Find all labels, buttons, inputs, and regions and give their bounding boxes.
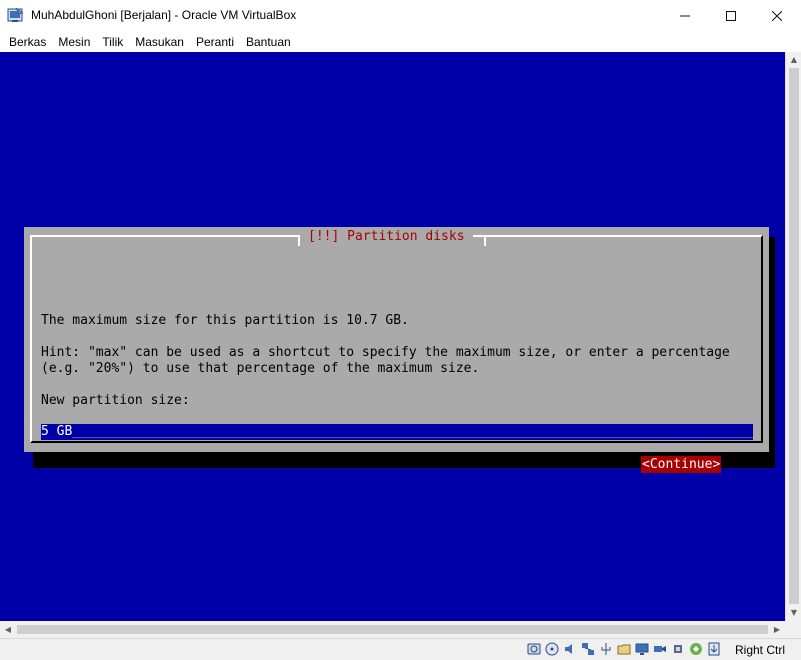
optical-disk-icon[interactable] <box>544 641 560 657</box>
network-icon[interactable] <box>580 641 596 657</box>
virtualbox-icon <box>7 7 24 22</box>
scroll-down-icon[interactable]: ▼ <box>786 605 801 621</box>
dialog-frame <box>30 235 763 443</box>
horizontal-scroll-thumb[interactable] <box>17 625 768 634</box>
display-icon[interactable] <box>634 641 650 657</box>
hint-text-line2: (e.g. "20%") to use that percentage of t… <box>41 361 480 376</box>
vertical-scroll-thumb[interactable] <box>789 68 799 604</box>
shared-folders-icon[interactable] <box>616 641 632 657</box>
menu-peranti[interactable]: Peranti <box>190 33 240 51</box>
maximize-button[interactable] <box>708 0 754 31</box>
hint-text-line1: Hint: "max" can be used as a shortcut to… <box>41 345 730 360</box>
video-capture-icon[interactable] <box>652 641 668 657</box>
menu-mesin[interactable]: Mesin <box>52 33 96 51</box>
dialog-title: [!!] Partition disks <box>300 228 473 246</box>
minimize-button[interactable] <box>662 0 708 31</box>
vertical-scrollbar[interactable]: ▲ ▼ <box>785 52 801 621</box>
continue-button[interactable]: <Continue> <box>641 456 722 473</box>
host-key-label: Right Ctrl <box>735 643 786 657</box>
status-indicators <box>526 641 722 657</box>
processor-icon[interactable] <box>670 641 686 657</box>
partition-size-input[interactable]: ________________________________________… <box>41 424 753 440</box>
close-icon <box>772 10 782 21</box>
menu-bar: Berkas Mesin Tilik Masukan Peranti Bantu… <box>0 31 801 52</box>
menu-masukan[interactable]: Masukan <box>129 33 190 51</box>
maximize-icon <box>726 10 736 21</box>
scroll-left-icon[interactable]: ◀ <box>0 621 16 638</box>
mouse-integration-icon[interactable] <box>688 641 704 657</box>
go-back-button[interactable]: <Go Back> <box>74 457 144 473</box>
menu-berkas[interactable]: Berkas <box>3 33 52 51</box>
close-button[interactable] <box>754 0 800 31</box>
horizontal-scrollbar[interactable]: ◀ ▶ <box>0 621 785 638</box>
menu-bantuan[interactable]: Bantuan <box>240 33 297 51</box>
vm-display[interactable]: [!!] Partition disks The maximum size fo… <box>0 52 785 621</box>
partition-dialog: [!!] Partition disks The maximum size fo… <box>24 227 769 473</box>
input-underscore-fill: ________________________________________… <box>41 424 753 439</box>
partition-size-prompt: New partition size: <box>41 393 190 408</box>
scroll-right-icon[interactable]: ▶ <box>769 621 785 638</box>
title-bar: MuhAbdulGhoni [Berjalan] - Oracle VM Vir… <box>0 0 801 31</box>
window-title: MuhAbdulGhoni [Berjalan] - Oracle VM Vir… <box>31 8 297 22</box>
minimize-icon <box>680 15 690 16</box>
audio-icon[interactable] <box>562 641 578 657</box>
usb-icon[interactable] <box>598 641 614 657</box>
title-frame-right-tick <box>484 236 486 246</box>
scroll-up-icon[interactable]: ▲ <box>786 52 801 68</box>
menu-tilik[interactable]: Tilik <box>96 33 129 51</box>
scrollbar-corner <box>785 621 801 638</box>
max-size-text: The maximum size for this partition is 1… <box>41 313 409 328</box>
keyboard-capture-icon[interactable] <box>706 641 722 657</box>
hard-disk-icon[interactable] <box>526 641 542 657</box>
input-value: 5 GB <box>41 424 73 440</box>
status-bar: Right Ctrl <box>0 638 801 660</box>
